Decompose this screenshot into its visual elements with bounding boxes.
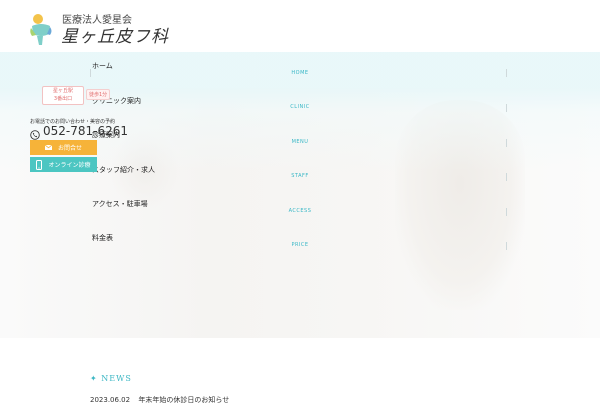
news-title: NEWS [101,374,132,383]
sidenav-item-access[interactable]: アクセス・駐車場 [92,199,148,209]
site-header: 医療法人愛星会 星ヶ丘皮フ科 [0,0,600,52]
contact-button[interactable]: お問合せ [30,140,97,155]
news-item[interactable]: 2023.06.02 年末年始の休診日のお知らせ [90,395,229,405]
contact-button-label: お問合せ [57,145,82,152]
nav-item-price[interactable]: PRICE [270,242,330,248]
nav-item-home[interactable]: HOME [270,70,330,76]
station-name: 星ヶ丘駅 [52,88,73,94]
nav-item-clinic[interactable]: CLINIC [270,104,330,110]
nav-divider [90,69,91,77]
online-consultation-button[interactable]: オンライン診療 [30,157,97,172]
sidenav-item-home[interactable]: ホーム [92,61,113,71]
online-button-label: オンライン診療 [48,162,91,169]
news-date: 2023.06.02 [90,396,131,404]
nav-item-menu[interactable]: MENU [270,139,330,145]
walk-time-badge: 徒歩1分 [86,89,111,100]
nav-divider [506,69,507,77]
nav-divider [506,242,507,250]
phone-number: 052-781-6261 [43,124,129,138]
clinic-name[interactable]: 星ヶ丘皮フ科 [61,22,169,47]
sidenav-item-price[interactable]: 料金表 [92,233,113,243]
nav-divider [506,173,507,181]
sidenav-item-staff[interactable]: スタッフ紹介・求人 [92,165,155,175]
smartphone-icon [36,159,43,170]
nav-item-access[interactable]: ACCESS [270,208,330,214]
nav-divider [506,104,507,112]
nav-item-staff[interactable]: STAFF [270,173,330,179]
nav-divider [506,208,507,216]
sparkle-icon: ✦ [90,374,98,383]
mail-icon [44,145,52,150]
news-text: 年末年始の休診日のお知らせ [138,396,230,404]
logo-icon[interactable] [28,12,54,46]
nav-divider [506,139,507,147]
station-exit: 3番出口 [53,96,73,102]
news-heading: ✦ NEWS [90,374,132,383]
station-badge: 星ヶ丘駅 3番出口 [42,86,84,105]
